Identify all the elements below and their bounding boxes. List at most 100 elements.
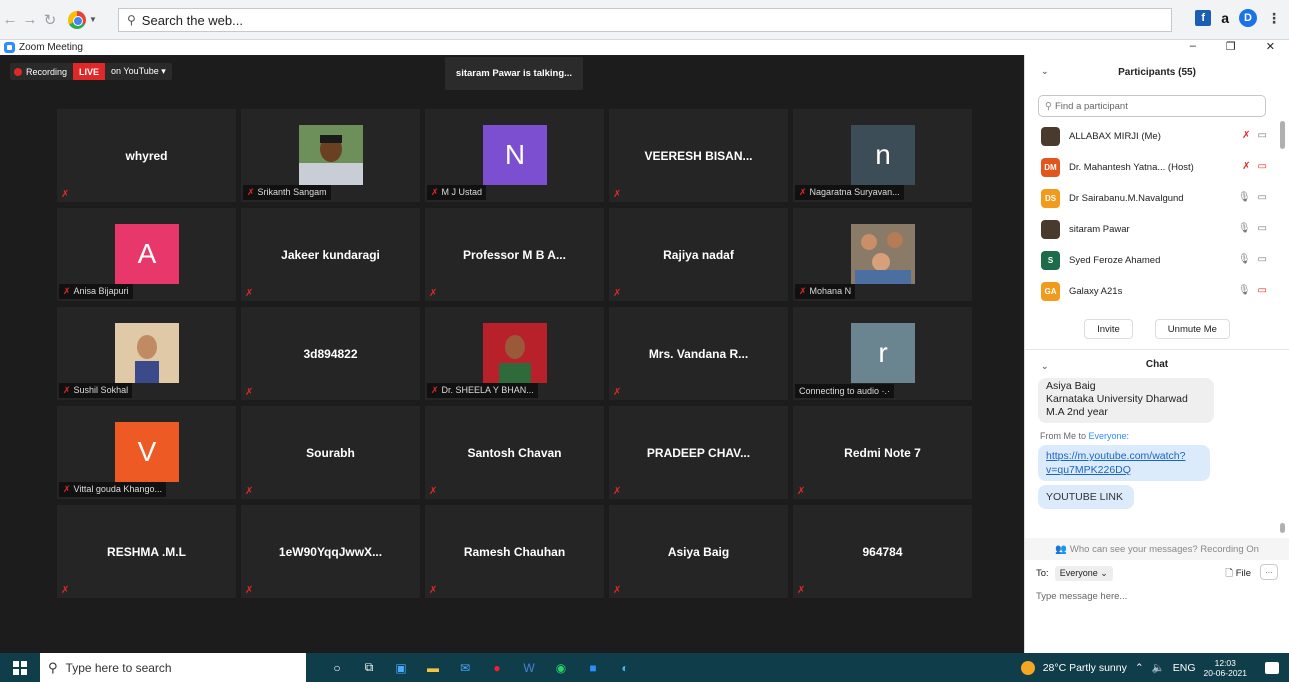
- participant-tile[interactable]: ✗ Dr. SHEELA Y BHAN...: [425, 307, 604, 400]
- participant-tile[interactable]: Sourabh ✗: [241, 406, 420, 499]
- video-icon[interactable]: ▭: [1258, 130, 1267, 141]
- invite-button[interactable]: Invite: [1084, 319, 1133, 339]
- close-button[interactable]: ✕: [1266, 40, 1275, 53]
- task-view-icon[interactable]: ⧉: [360, 659, 378, 677]
- participant-name: Sourabh: [306, 446, 355, 460]
- chat-from-target[interactable]: Everyone: [1089, 431, 1127, 441]
- video-icon[interactable]: ▭: [1258, 192, 1267, 203]
- participant-tile[interactable]: ✗ Srikanth Sangam: [241, 109, 420, 202]
- file-explorer-icon[interactable]: ▬: [424, 659, 442, 677]
- muted-mic-icon[interactable]: ✗: [1242, 130, 1250, 141]
- unmute-me-button[interactable]: Unmute Me: [1154, 319, 1230, 339]
- browser-menu-icon[interactable]: ⋮: [1267, 10, 1281, 27]
- file-label: File: [1235, 568, 1251, 579]
- participant-tile[interactable]: n ✗ Nagaratna Suryavan...: [793, 109, 972, 202]
- participant-tile[interactable]: ✗ Mohana N: [793, 208, 972, 301]
- participant-tile[interactable]: 964784 ✗: [793, 505, 972, 598]
- mic-icon[interactable]: 🎙: [1238, 254, 1251, 265]
- participant-row[interactable]: GA Galaxy A21s 🎙 ▭: [1025, 276, 1289, 307]
- participant-row[interactable]: DS Dr Sairabanu.M.Navalgund 🎙 ▭: [1025, 183, 1289, 214]
- muted-mic-icon[interactable]: ✗: [1242, 161, 1250, 172]
- clock[interactable]: 12:03 20-06-2021: [1204, 658, 1247, 678]
- opera-icon[interactable]: ●: [488, 659, 506, 677]
- participant-tile[interactable]: Redmi Note 7 ✗: [793, 406, 972, 499]
- participant-tile[interactable]: Santosh Chavan ✗: [425, 406, 604, 499]
- participant-row[interactable]: DM Dr. Mahantesh Yatna... (Host) ✗ ▭: [1025, 152, 1289, 183]
- participant-tile[interactable]: Professor M B A... ✗: [425, 208, 604, 301]
- mic-icon[interactable]: 🎙: [1238, 285, 1251, 296]
- chrome-icon[interactable]: [68, 10, 86, 29]
- participant-tile[interactable]: Ramesh Chauhan ✗: [425, 505, 604, 598]
- participant-tile[interactable]: Jakeer kundaragi ✗: [241, 208, 420, 301]
- participant-tile[interactable]: Mrs. Vandana R... ✗: [609, 307, 788, 400]
- chevron-down-icon[interactable]: ▼: [89, 15, 97, 24]
- reload-button[interactable]: ↻: [40, 8, 60, 32]
- language-indicator[interactable]: ENG: [1173, 662, 1196, 674]
- cortana-icon[interactable]: ○: [328, 659, 346, 677]
- address-bar[interactable]: ⚲ Search the web...: [118, 8, 1172, 32]
- tray-chevron-icon[interactable]: ⌃: [1135, 662, 1144, 674]
- chat-sender: From Me to Everyone:: [1040, 431, 1289, 441]
- participant-tile[interactable]: whyred ✗: [57, 109, 236, 202]
- participant-tile[interactable]: A ✗ Anisa Bijapuri: [57, 208, 236, 301]
- muted-mic-icon: ✗: [797, 486, 806, 497]
- taskbar-search[interactable]: ⚲ Type here to search: [40, 653, 306, 682]
- weather-text[interactable]: 28°C Partly sunny: [1043, 662, 1127, 674]
- amazon-icon[interactable]: a: [1221, 10, 1229, 26]
- participant-row[interactable]: ALLABAX MIRJI (Me) ✗ ▭: [1025, 121, 1289, 152]
- word-icon[interactable]: W: [520, 659, 538, 677]
- recipient-dropdown[interactable]: Everyone ⌄: [1054, 566, 1113, 581]
- participant-avatar: DS: [1041, 189, 1060, 208]
- back-button[interactable]: ←: [0, 8, 20, 32]
- participant-tile[interactable]: r Connecting to audio ·.·: [793, 307, 972, 400]
- muted-mic-icon: ✗: [613, 387, 622, 398]
- participant-list-name: Galaxy A21s: [1069, 286, 1123, 297]
- chat-visibility-notice[interactable]: 👥 Who can see your messages? Recording O…: [1025, 538, 1289, 560]
- video-off-icon[interactable]: ▭: [1258, 285, 1267, 296]
- participant-tile[interactable]: Rajiya nadaf ✗: [609, 208, 788, 301]
- chat-link[interactable]: https://m.youtube.com/watch?v=qu7MPK226D…: [1038, 445, 1210, 481]
- participant-row[interactable]: S Syed Feroze Ahamed 🎙 ▭: [1025, 245, 1289, 276]
- participant-tile[interactable]: VEERESH BISAN... ✗: [609, 109, 788, 202]
- notification-icon[interactable]: [1265, 661, 1279, 674]
- mic-icon[interactable]: 🎙: [1238, 223, 1251, 234]
- participant-row[interactable]: sitaram Pawar 🎙 ▭: [1025, 214, 1289, 245]
- file-button[interactable]: 🗋 File: [1225, 566, 1251, 582]
- participant-tile[interactable]: Asiya Baig ✗: [609, 505, 788, 598]
- participant-tile[interactable]: V ✗ Vittal gouda Khango...: [57, 406, 236, 499]
- restore-button[interactable]: ❐: [1226, 40, 1236, 53]
- whatsapp-icon[interactable]: ◉: [552, 659, 570, 677]
- video-off-icon[interactable]: ▭: [1258, 161, 1267, 172]
- chat-messages: Asiya Baig Karnataka University Dharwad …: [1025, 378, 1289, 536]
- facebook-icon[interactable]: f: [1195, 10, 1212, 26]
- find-participant-input[interactable]: ⚲ Find a participant: [1038, 95, 1266, 117]
- participant-tile[interactable]: ✗ Sushil Sokhal: [57, 307, 236, 400]
- participant-name: Connecting to audio ·.·: [799, 386, 891, 396]
- minimize-button[interactable]: –: [1190, 40, 1196, 53]
- muted-mic-icon: ✗: [613, 189, 622, 200]
- start-button[interactable]: [0, 653, 40, 682]
- volume-icon[interactable]: 🔈: [1152, 661, 1165, 674]
- youtube-dropdown[interactable]: on YouTube ▾: [105, 66, 172, 77]
- mic-icon[interactable]: 🎙: [1238, 192, 1251, 203]
- store-icon[interactable]: ▣: [392, 659, 410, 677]
- chat-input[interactable]: Type message here...: [1025, 581, 1289, 602]
- video-icon[interactable]: ▭: [1258, 223, 1267, 234]
- mail-icon[interactable]: ✉: [456, 659, 474, 677]
- chevron-down-icon[interactable]: ⌄: [1041, 361, 1049, 372]
- video-icon[interactable]: ▭: [1258, 254, 1267, 265]
- chevron-down-icon[interactable]: ⌄: [1041, 66, 1049, 77]
- chat-scrollbar[interactable]: [1280, 523, 1285, 533]
- participant-tile[interactable]: PRADEEP CHAV... ✗: [609, 406, 788, 499]
- forward-button[interactable]: →: [20, 8, 40, 32]
- edge-icon[interactable]: ◐: [616, 659, 634, 677]
- muted-mic-icon: ✗: [245, 585, 254, 596]
- participant-tile[interactable]: 1eW90YqqJwwX... ✗: [241, 505, 420, 598]
- more-button[interactable]: ···: [1260, 564, 1278, 580]
- extension-d-icon[interactable]: D: [1239, 9, 1257, 27]
- zoom-taskbar-icon[interactable]: ■: [584, 659, 602, 677]
- participant-tile[interactable]: 3d894822 ✗: [241, 307, 420, 400]
- muted-mic-icon: ✗: [799, 286, 807, 296]
- participant-tile[interactable]: N ✗ M J Ustad: [425, 109, 604, 202]
- participant-tile[interactable]: RESHMA .M.L ✗: [57, 505, 236, 598]
